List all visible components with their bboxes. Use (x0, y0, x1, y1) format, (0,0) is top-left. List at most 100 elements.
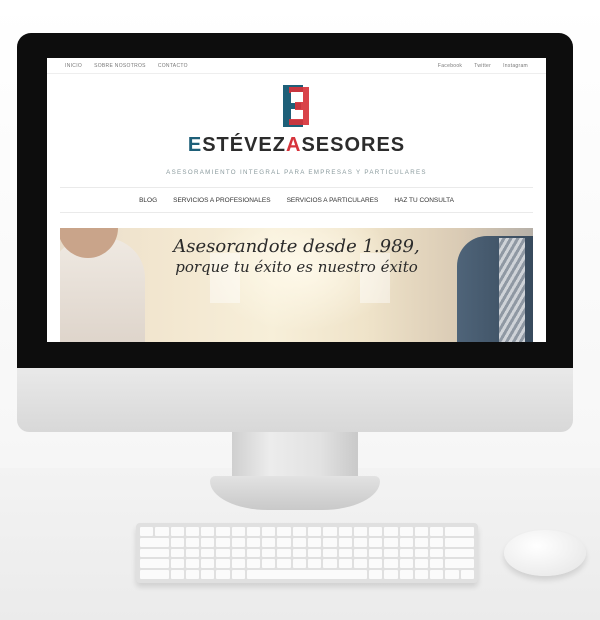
keyboard-key (201, 559, 215, 569)
keyboard-key (155, 527, 169, 536)
keyboard-key (430, 527, 444, 536)
brand-tagline: ASESORAMIENTO INTEGRAL PARA EMPRESAS Y P… (166, 169, 427, 176)
keyboard-key (231, 570, 245, 579)
keyboard-key (231, 527, 245, 536)
keyboard-key (445, 527, 474, 536)
keyboard-key (353, 548, 368, 558)
keyboard-key (262, 527, 276, 536)
keyboard-key (430, 570, 444, 579)
keyboard-key (353, 527, 368, 536)
keyboard-key (399, 548, 413, 558)
top-link-sobre-nosotros[interactable]: SOBRE NOSOTROS (94, 63, 146, 69)
keyboard-key (430, 559, 444, 569)
keyboard (136, 523, 478, 583)
keyboard-key (246, 548, 261, 558)
keyboard-key (323, 559, 337, 569)
keyboard-key (307, 527, 322, 536)
keyboard-key (323, 527, 337, 536)
main-nav: BLOG SERVICIOS A PROFESIONALES SERVICIOS… (60, 187, 533, 213)
nav-item-servicios-profesionales[interactable]: SERVICIOS A PROFESIONALES (173, 197, 270, 204)
keyboard-key (445, 537, 474, 547)
keyboard-key (323, 537, 337, 547)
keyboard-key (384, 570, 398, 579)
brand-wordmark[interactable]: ESTÉVEZASESORES (47, 134, 546, 157)
top-links-left: INICIO SOBRE NOSOTROS CONTACTO (65, 63, 188, 69)
keyboard-key (445, 559, 474, 569)
monitor-stand-neck (232, 432, 358, 480)
keyboard-key (445, 548, 474, 558)
keyboard-key (384, 527, 398, 536)
keyboard-key (231, 537, 245, 547)
top-bar: INICIO SOBRE NOSOTROS CONTACTO Facebook … (47, 58, 546, 74)
keyboard-key (292, 537, 306, 547)
keyboard-key (307, 537, 322, 547)
keyboard-key (369, 537, 383, 547)
keyboard-key (292, 527, 306, 536)
keyboard-key (399, 559, 413, 569)
hero-banner: Asesorandote desde 1.989, porque tu éxit… (60, 228, 533, 342)
nav-item-servicios-particulares[interactable]: SERVICIOS A PARTICULARES (287, 197, 379, 204)
keyboard-key (384, 548, 398, 558)
keyboard-key (445, 570, 459, 579)
top-link-contacto[interactable]: CONTACTO (158, 63, 188, 69)
keyboard-key (369, 559, 383, 569)
keyboard-key (185, 527, 200, 536)
brand-part-sesores: SESORES (301, 134, 406, 156)
hero-subheading: porque tu éxito es nuestro éxito (175, 258, 418, 276)
keyboard-key (414, 527, 429, 536)
keyboard-key (430, 548, 444, 558)
keyboard-key (185, 537, 200, 547)
keyboard-key (369, 548, 383, 558)
keyboard-key (216, 559, 230, 569)
keyboard-key (185, 559, 200, 569)
keyboard-key (353, 537, 368, 547)
keyboard-key (201, 570, 215, 579)
keyboard-key (170, 537, 184, 547)
keyboard-key (430, 537, 444, 547)
keyboard-key (292, 548, 306, 558)
keyboard-key (338, 559, 352, 569)
keyboard-key (369, 570, 383, 579)
social-link-twitter[interactable]: Twitter (474, 63, 491, 69)
keyboard-key (277, 537, 291, 547)
brand-part-stevez: STÉVEZ (202, 134, 286, 156)
nav-item-haz-tu-consulta[interactable]: HAZ TU CONSULTA (394, 197, 454, 204)
keyboard-key (246, 527, 261, 536)
keyboard-key (399, 570, 413, 579)
keyboard-key (140, 527, 154, 536)
keyboard-key (231, 548, 245, 558)
keyboard-key (384, 559, 398, 569)
keyboard-key (201, 527, 215, 536)
keyboard-key (216, 537, 230, 547)
social-link-facebook[interactable]: Facebook (438, 63, 462, 69)
keyboard-key (399, 527, 413, 536)
hero-heading: Asesorandote desde 1.989, (173, 236, 420, 257)
keyboard-key (140, 548, 169, 558)
brand-letter-e: E (187, 134, 203, 156)
keyboard-key (414, 548, 429, 558)
social-links: Facebook Twitter Instagram (438, 63, 528, 69)
keyboard-key (140, 559, 169, 569)
keyboard-key (246, 537, 261, 547)
keyboard-key (414, 570, 429, 579)
keyboard-key (353, 559, 368, 569)
nav-item-blog[interactable]: BLOG (139, 197, 157, 204)
keyboard-key (307, 559, 322, 569)
top-link-inicio[interactable]: INICIO (65, 63, 82, 69)
keyboard-key (246, 559, 261, 569)
keyboard-key (140, 537, 169, 547)
keyboard-key (262, 548, 276, 558)
keyboard-key (216, 527, 230, 536)
keyboard-key (384, 537, 398, 547)
keyboard-key (277, 548, 291, 558)
monitor-stand-foot (210, 476, 380, 510)
keyboard-key (277, 559, 291, 569)
logo-icon[interactable] (279, 83, 311, 129)
keyboard-key (216, 570, 230, 579)
keyboard-key (201, 548, 215, 558)
keyboard-key (201, 537, 215, 547)
social-link-instagram[interactable]: Instagram (503, 63, 528, 69)
keyboard-key (414, 537, 429, 547)
mouse (504, 530, 586, 576)
monitor-chin (17, 368, 573, 432)
